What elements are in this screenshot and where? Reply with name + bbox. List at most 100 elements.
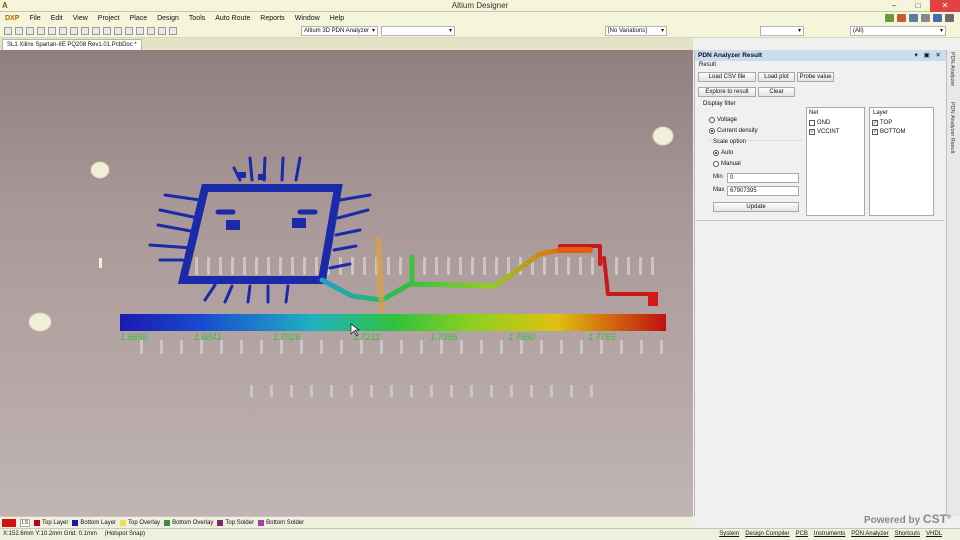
min-input[interactable]: 0 <box>727 173 799 183</box>
colorbar-label: 1.6656 <box>120 332 148 342</box>
net-checkbox-vccint[interactable]: ✓ <box>809 129 815 135</box>
auto-scale-radio[interactable] <box>713 150 719 156</box>
layer-list[interactable] <box>869 107 934 216</box>
filter-select[interactable]: (All) <box>850 26 946 36</box>
layer-tab-bottom-layer[interactable]: Bottom Layer <box>72 519 116 526</box>
layer-tab-bottom-overlay[interactable]: Bottom Overlay <box>164 519 213 526</box>
menu-project[interactable]: Project <box>93 15 125 22</box>
layer-tab-label: Top Layer <box>42 519 69 526</box>
layer-checkbox-bottom[interactable]: ✓ <box>872 129 878 135</box>
side-tab-pdn-analyzer[interactable]: PDN Analyzer <box>949 52 955 86</box>
status-link-shortcuts[interactable]: Shortcuts <box>895 531 920 537</box>
colorbar-label: 1.7580 <box>508 332 536 342</box>
pdn-icon[interactable] <box>169 26 177 35</box>
standoff-cylinders <box>28 126 674 332</box>
current-density-label: Current density <box>717 128 758 134</box>
rubber-stamp-icon[interactable] <box>103 26 111 35</box>
status-link-pdn-analyzer[interactable]: PDN Analyzer <box>851 531 888 537</box>
snap-mode: (Hotspot Snap) <box>104 531 145 537</box>
status-panel-links: System Design Compiler PCB Instruments P… <box>719 531 942 537</box>
layer-swatch-icon <box>34 519 40 526</box>
layer-tab-bar: LS Top Layer Bottom Layer Top Overlay Bo… <box>0 516 693 528</box>
copy-icon[interactable] <box>81 26 89 35</box>
menu-reports[interactable]: Reports <box>255 15 290 22</box>
layer-icon[interactable] <box>48 26 56 35</box>
document-icon[interactable] <box>897 14 906 22</box>
layer-swatch-icon <box>258 519 265 526</box>
analyzer-select[interactable]: Altium 3D PDN Analyzer <box>301 26 378 36</box>
menu-edit[interactable]: Edit <box>46 15 68 22</box>
menu-file[interactable]: File <box>24 15 45 22</box>
pcb-3d-view[interactable]: 1.6656 1.6841 1.7026 1.7211 1.7396 1.758… <box>0 50 693 516</box>
menu-help[interactable]: Help <box>325 15 349 22</box>
update-button[interactable]: Update <box>713 202 799 212</box>
pencil-icon[interactable] <box>158 26 166 35</box>
undo-icon[interactable] <box>136 26 144 35</box>
redo-icon[interactable] <box>147 26 155 35</box>
layout-icon[interactable] <box>933 14 942 22</box>
layer-tab-top-overlay[interactable]: Top Overlay <box>120 519 161 526</box>
menu-place[interactable]: Place <box>125 15 153 22</box>
select-icon[interactable] <box>59 26 67 35</box>
pcb-3d-viewport[interactable]: 1.6656 1.6841 1.7026 1.7211 1.7396 1.758… <box>0 50 693 516</box>
layer-tab-top-solder[interactable]: Top Solder <box>217 519 254 526</box>
net-checkbox-gnd[interactable] <box>809 120 815 126</box>
save-icon[interactable] <box>15 26 23 35</box>
layer-set-button[interactable]: LS <box>20 518 30 527</box>
status-link-pcb[interactable]: PCB <box>796 531 808 537</box>
registered-mark: ® <box>946 514 952 521</box>
manual-scale-radio[interactable] <box>713 161 719 167</box>
close-button[interactable]: ✕ <box>930 0 960 12</box>
panel-title-buttons[interactable]: ▾ ▣ ✕ <box>915 50 943 61</box>
max-input[interactable]: 67907395 <box>727 186 799 196</box>
menu-auto-route[interactable]: Auto Route <box>210 15 255 22</box>
layer-tab-top-layer[interactable]: Top Layer <box>34 519 69 526</box>
menu-dxp[interactable]: DXP <box>0 15 24 22</box>
menu-window[interactable]: Window <box>290 15 325 22</box>
net-list-header: Net <box>809 110 819 116</box>
deselect-icon[interactable] <box>125 26 133 35</box>
maximize-button[interactable]: □ <box>906 0 930 12</box>
move-icon[interactable] <box>114 26 122 35</box>
print-icon[interactable] <box>26 26 34 35</box>
open-icon[interactable] <box>4 26 12 35</box>
current-density-radio[interactable] <box>709 128 715 134</box>
layer-tab-bottom-solder[interactable]: Bottom Solder <box>258 519 305 526</box>
min-label: Min <box>713 174 723 180</box>
side-tab-pdn-analyzer-result[interactable]: PDN Analyzer Result <box>949 102 955 153</box>
current-layer-indicator[interactable] <box>2 518 16 527</box>
document-tab[interactable]: SL1 Xilinx Spartan-IIE PQ208 Rev1.01.Pcb… <box>2 39 142 50</box>
menu-view[interactable]: View <box>68 15 93 22</box>
load-csv-button[interactable]: Load CSV file <box>698 72 756 82</box>
menu-tools[interactable]: Tools <box>184 15 210 22</box>
list-icon[interactable] <box>945 14 954 22</box>
toolbar-select-blank[interactable] <box>381 26 455 36</box>
cut-icon[interactable] <box>70 26 78 35</box>
paste-icon[interactable] <box>92 26 100 35</box>
layer-tab-label: Bottom Solder <box>266 519 305 526</box>
explore-to-result-button[interactable]: Explore to result <box>698 87 756 97</box>
layer-checkbox-top[interactable]: ✓ <box>872 120 878 126</box>
layer-tab-label: Top Overlay <box>128 519 161 526</box>
grid-size: Grid: 0.1mm <box>63 531 97 537</box>
voltage-radio[interactable] <box>709 117 715 123</box>
net-label-gnd: GND <box>817 120 831 126</box>
cst-brand: CST <box>922 512 947 526</box>
status-link-design-compiler[interactable]: Design Compiler <box>745 531 789 537</box>
build-icon[interactable] <box>885 14 894 22</box>
zoom-icon[interactable] <box>37 26 45 35</box>
variations-select[interactable]: [No Variations] <box>605 26 667 36</box>
layer-label-bottom: BOTTOM <box>880 129 906 135</box>
layer-swatch-icon <box>217 519 224 526</box>
forward-icon[interactable] <box>921 14 930 22</box>
status-link-vhdl[interactable]: VHDL <box>926 531 942 537</box>
toolbar-select-blank-2[interactable] <box>760 26 804 36</box>
status-link-instruments[interactable]: Instruments <box>814 531 845 537</box>
menu-design[interactable]: Design <box>152 15 184 22</box>
load-plot-button[interactable]: Load plot <box>758 72 795 82</box>
minimize-button[interactable]: – <box>882 0 906 12</box>
status-link-system[interactable]: System <box>719 531 739 537</box>
probe-value-button[interactable]: Probe value <box>797 72 834 82</box>
bookmark-icon[interactable] <box>909 14 918 22</box>
clear-button[interactable]: Clear <box>758 87 795 97</box>
